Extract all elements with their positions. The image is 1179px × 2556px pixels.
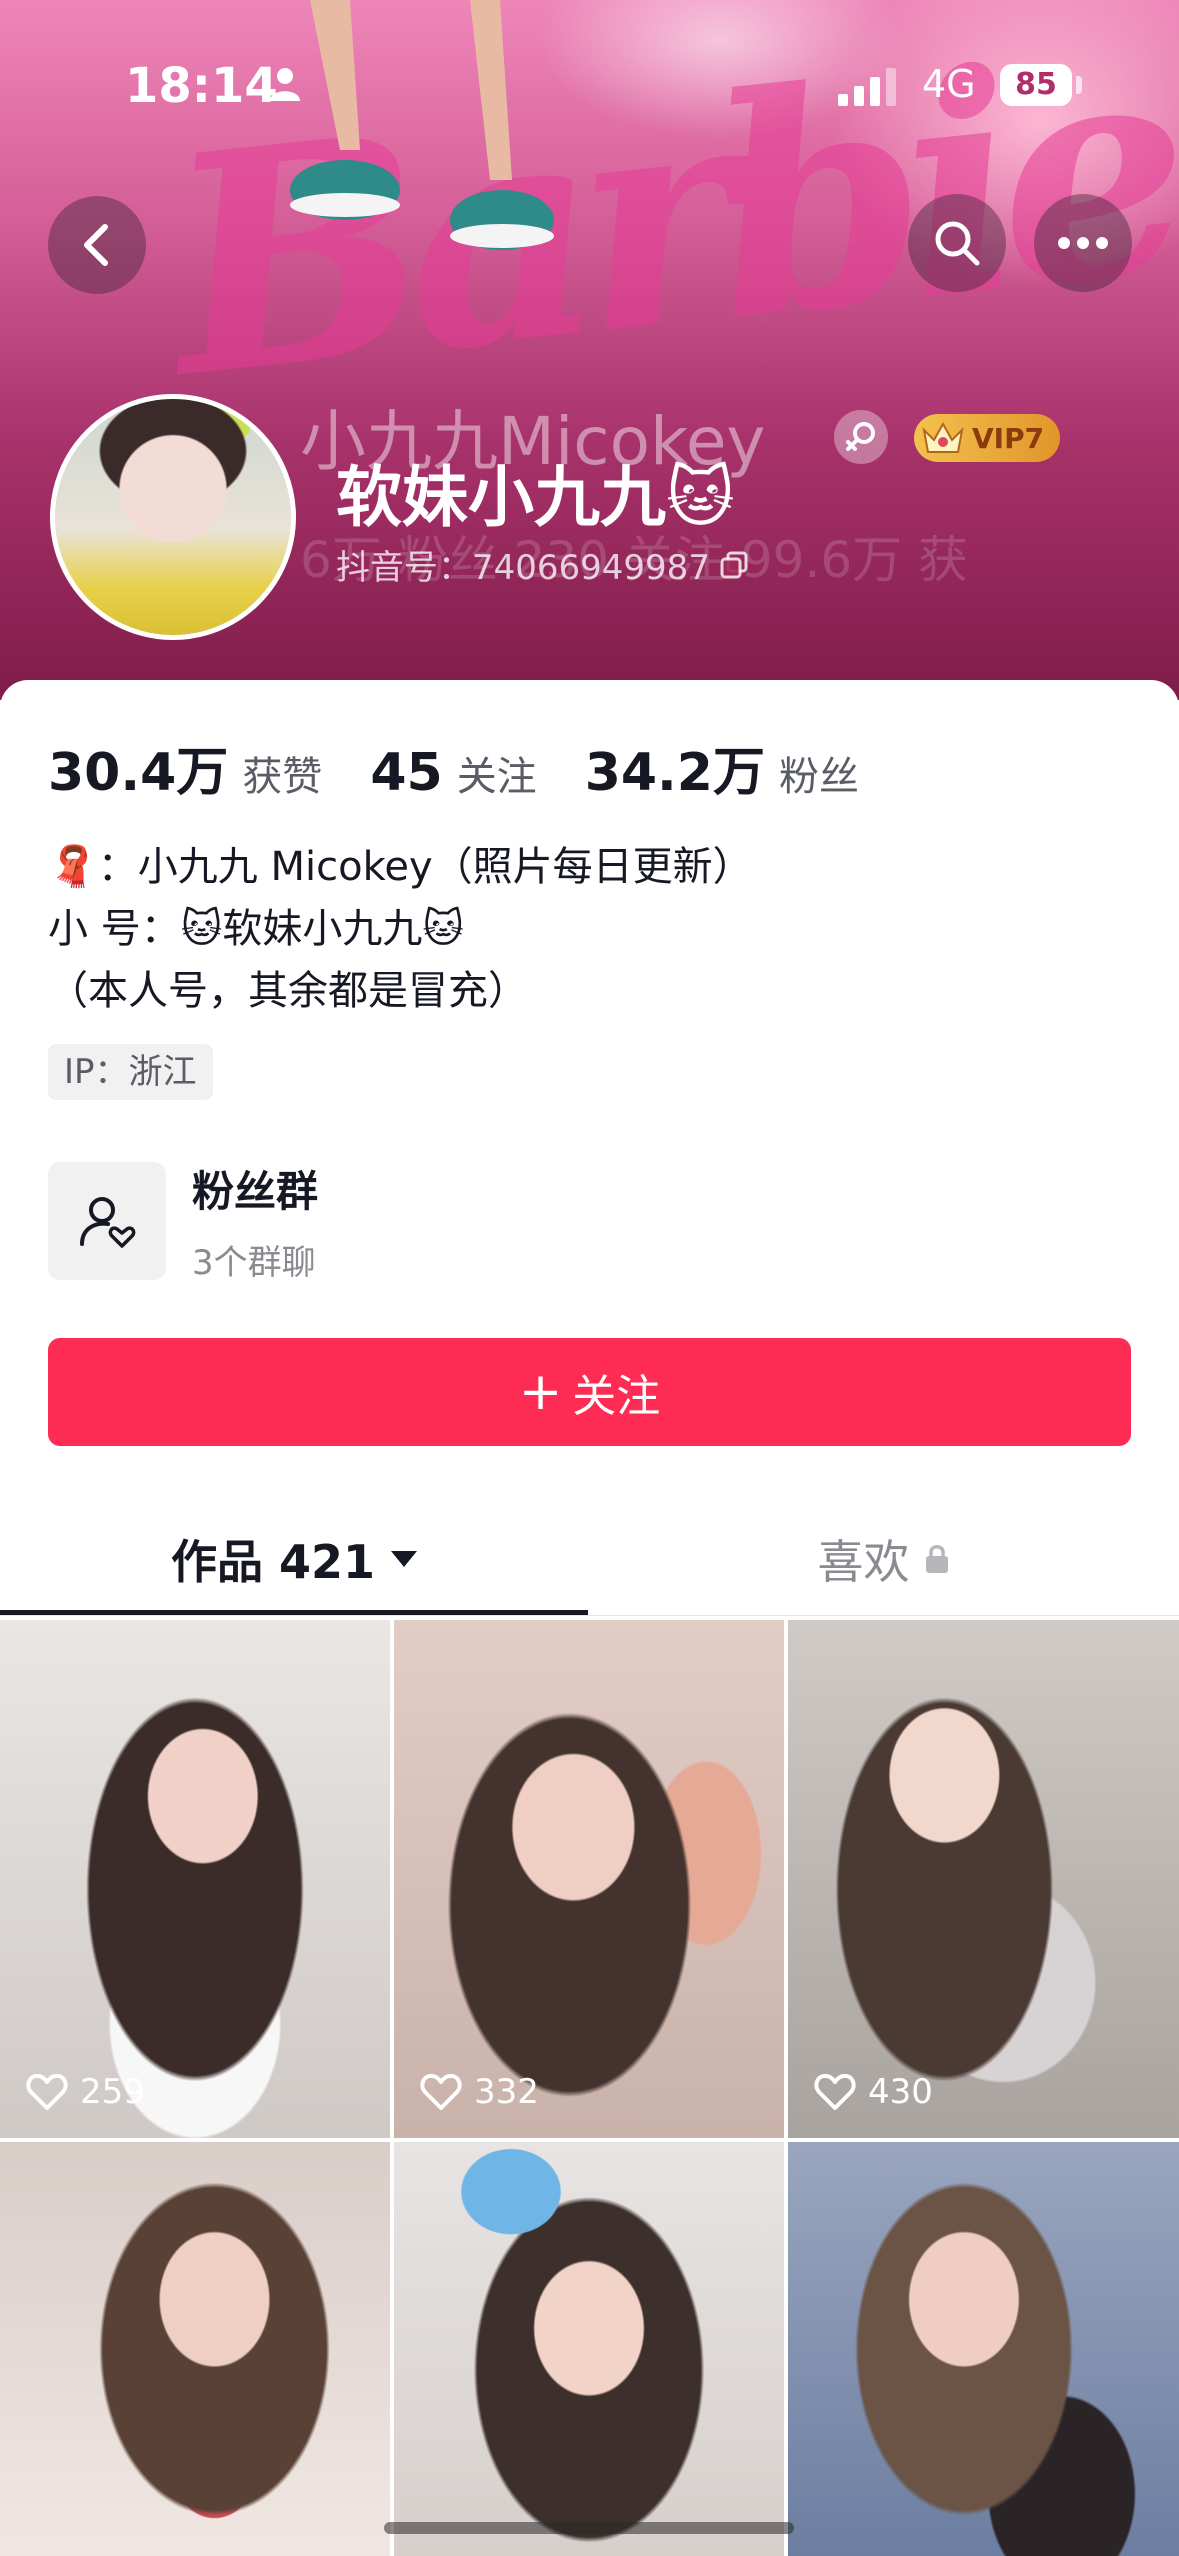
video-grid: 259 332 430 xyxy=(0,1620,1179,2556)
fan-group-title: 粉丝群 xyxy=(192,1167,319,1216)
status-bar: 18:14 4G 85 xyxy=(0,0,1179,170)
home-indicator[interactable] xyxy=(384,2522,794,2534)
video-likes: 332 xyxy=(420,2072,539,2112)
tab-likes[interactable]: 喜欢 xyxy=(588,1500,1179,1618)
more-button[interactable] xyxy=(1034,194,1132,292)
lock-icon xyxy=(925,1545,948,1573)
profile-bio: 🧣：小九九 Micokey（照片每日更新） 小 号：🐱软妹小九九🐱 （本人号，其… xyxy=(48,836,753,1022)
tab-works-label: 作品 421 xyxy=(170,1535,376,1589)
bio-line-1: 🧣：小九九 Micokey（照片每日更新） xyxy=(48,844,753,890)
douyin-id[interactable]: 抖音号：74066949987 xyxy=(336,540,748,589)
person-icon xyxy=(270,68,300,101)
fan-group-icon xyxy=(80,1197,136,1248)
copy-icon[interactable] xyxy=(720,551,748,579)
bio-line-2: 小 号：🐱软妹小九九🐱 xyxy=(48,906,465,952)
follow-button[interactable]: + 关注 xyxy=(48,1338,1131,1446)
stat-following[interactable]: 45 关注 xyxy=(370,743,536,803)
avatar[interactable] xyxy=(50,394,296,640)
video-thumbnail[interactable] xyxy=(0,2142,390,2556)
video-likes: 259 xyxy=(26,2072,145,2112)
video-thumbnail[interactable]: 332 xyxy=(394,1620,784,2138)
profile-stats: 30.4万 获赞 45 关注 34.2万 粉丝 xyxy=(48,730,907,805)
follow-button-label: 关注 xyxy=(572,1371,661,1422)
profile-display-name: 软妹小九九🐱 xyxy=(336,459,735,536)
heart-icon xyxy=(814,2073,856,2110)
video-likes-count: 430 xyxy=(868,2072,933,2112)
crown-icon xyxy=(922,421,964,453)
douyin-id-text: 抖音号：74066949987 xyxy=(336,548,710,588)
video-thumbnail[interactable]: 430 xyxy=(788,1620,1179,2138)
search-button[interactable] xyxy=(908,194,1006,292)
network-type: 4G xyxy=(922,62,976,106)
more-icon xyxy=(1058,237,1108,249)
stat-likes-value: 30.4万 xyxy=(48,743,229,803)
back-arrow-icon xyxy=(84,224,108,266)
ip-location-tag: IP：浙江 xyxy=(48,1044,213,1100)
stat-followers[interactable]: 34.2万 粉丝 xyxy=(585,730,859,805)
tab-divider xyxy=(0,1615,1179,1616)
stat-following-label: 关注 xyxy=(456,754,537,800)
fan-group-entry[interactable]: 粉丝群 3个群聊 xyxy=(48,1158,318,1284)
plus-icon: + xyxy=(518,1362,563,1422)
stat-following-value: 45 xyxy=(370,743,443,803)
vip-label: VIP7 xyxy=(972,421,1045,455)
search-icon xyxy=(935,221,980,266)
fan-group-icon-box xyxy=(48,1162,166,1280)
video-likes-count: 259 xyxy=(80,2072,145,2112)
video-thumbnail[interactable] xyxy=(788,2142,1179,2556)
video-thumbnail[interactable]: 259 xyxy=(0,1620,390,2138)
tab-likes-label: 喜欢 xyxy=(817,1535,910,1589)
video-likes: 430 xyxy=(814,2072,933,2112)
vip-badge[interactable]: VIP7 xyxy=(914,414,1060,462)
stat-followers-label: 粉丝 xyxy=(779,754,859,800)
dropdown-caret-icon xyxy=(391,1551,418,1567)
fan-group-text: 粉丝群 3个群聊 xyxy=(192,1158,318,1284)
battery-tip xyxy=(1076,76,1082,94)
video-likes-count: 332 xyxy=(474,2072,539,2112)
female-icon xyxy=(846,422,875,451)
gender-badge xyxy=(834,410,888,464)
content-tabs: 作品 421 喜欢 xyxy=(0,1500,1179,1618)
back-button[interactable] xyxy=(48,196,146,294)
stat-followers-value: 34.2万 xyxy=(584,743,765,803)
video-thumbnail[interactable] xyxy=(394,2142,784,2556)
bio-line-3: （本人号，其余都是冒充） xyxy=(48,968,528,1014)
fan-group-subtitle: 3个群聊 xyxy=(192,1243,316,1283)
heart-icon xyxy=(420,2073,462,2110)
battery-indicator: 85 xyxy=(1000,64,1072,106)
status-time: 18:14 xyxy=(125,58,278,114)
stat-likes[interactable]: 30.4万 获赞 xyxy=(48,730,322,805)
stat-likes-label: 获赞 xyxy=(242,754,323,800)
signal-icon xyxy=(838,68,896,106)
tab-works[interactable]: 作品 421 xyxy=(0,1500,588,1618)
heart-icon xyxy=(26,2073,68,2110)
